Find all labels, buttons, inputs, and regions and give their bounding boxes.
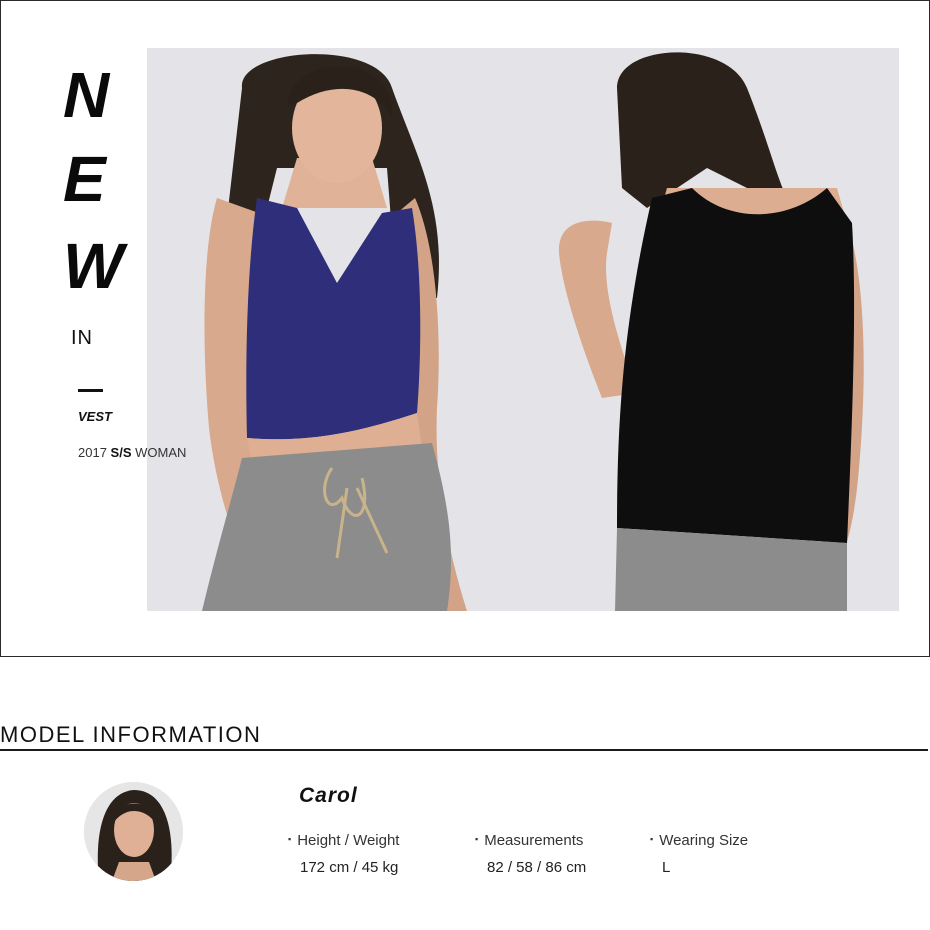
category-label: VEST: [78, 409, 112, 424]
product-photo: [147, 48, 899, 611]
stat-label: Height / Weight: [288, 832, 399, 849]
season-suffix: WOMAN: [131, 445, 187, 460]
divider-dash: [78, 389, 103, 392]
headline-letter-e: E: [63, 143, 106, 215]
stat-value: 172 cm / 45 kg: [300, 859, 399, 876]
season-prefix: 2017: [78, 445, 111, 460]
avatar: [84, 782, 183, 881]
stat-value: L: [662, 859, 671, 876]
season-label: 2017 S/S WOMAN: [78, 445, 186, 460]
stat-wearing-size: Wearing Size L: [650, 832, 748, 876]
headline-letter-n: N: [63, 59, 110, 131]
model-illustration: [147, 48, 899, 611]
stat-label: Wearing Size: [650, 832, 748, 849]
model-info-title: MODEL INFORMATION: [0, 722, 262, 747]
season-strong: S/S: [110, 445, 132, 460]
headline-in: IN: [71, 327, 93, 349]
section-divider: [0, 749, 928, 751]
headline-letter-w: W: [63, 230, 124, 302]
stat-height-weight: Height / Weight 172 cm / 45 kg: [288, 832, 399, 876]
model-name: Carol: [299, 784, 358, 807]
stat-measurements: Measurements 82 / 58 / 86 cm: [475, 832, 586, 876]
stat-label: Measurements: [475, 832, 586, 849]
stat-value: 82 / 58 / 86 cm: [487, 859, 587, 876]
hero-banner: N E W IN VEST 2017 S/S WOMAN: [0, 0, 930, 657]
avatar-portrait: [84, 782, 183, 881]
